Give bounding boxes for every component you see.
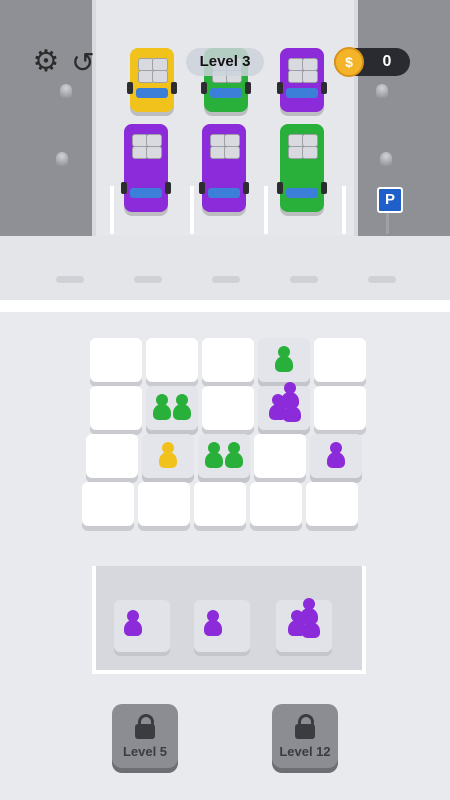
purple-person	[302, 612, 320, 638]
wheel	[127, 82, 133, 94]
seat-icon	[302, 70, 318, 83]
green-person	[225, 442, 243, 468]
wheel	[321, 182, 327, 194]
lock-icon	[295, 714, 315, 740]
grid-tile	[90, 338, 142, 382]
road	[0, 236, 450, 300]
locked-slot-button[interactable]: Level 5	[112, 704, 178, 768]
grid-tile	[202, 386, 254, 430]
green-person	[173, 394, 191, 420]
grid-tile	[194, 482, 246, 526]
grid-tile	[314, 338, 366, 382]
road-dash	[290, 276, 318, 283]
coin-icon: $	[334, 47, 364, 77]
road-dash	[134, 276, 162, 283]
road-dash	[56, 276, 84, 283]
grid-tile	[314, 386, 366, 430]
seat-icon	[152, 70, 168, 83]
wheel	[171, 82, 177, 94]
road-dash	[368, 276, 396, 283]
grid-tile	[90, 386, 142, 430]
green-car[interactable]	[277, 124, 327, 212]
purple-person	[204, 610, 222, 636]
grid-tile	[306, 482, 358, 526]
grid-tile	[138, 482, 190, 526]
car-window	[130, 188, 162, 198]
parking-line	[264, 186, 268, 234]
parking-sign-icon: P	[377, 187, 403, 213]
car-window	[210, 88, 242, 98]
cone-icon	[60, 84, 72, 98]
parking-line	[190, 186, 194, 234]
coin-count: 0	[382, 53, 392, 70]
wheel	[199, 182, 205, 194]
car-window	[286, 188, 318, 198]
cone-icon	[56, 152, 68, 166]
seat-icon	[302, 146, 318, 159]
cone-icon	[380, 152, 392, 166]
seat-icon	[146, 146, 162, 159]
grid-tile	[254, 434, 306, 478]
undo-icon[interactable]: ↺	[68, 48, 98, 78]
grid-tile	[86, 434, 138, 478]
green-person	[205, 442, 223, 468]
lot-left-sidewalk	[0, 0, 92, 236]
locked-slot-button[interactable]: Level 12	[272, 704, 338, 768]
cone-icon	[376, 84, 388, 98]
locked-slot-label: Level 12	[279, 744, 331, 759]
purple-person	[124, 610, 142, 636]
wheel	[201, 82, 207, 94]
green-person	[153, 394, 171, 420]
lot-right-sidewalk	[358, 0, 450, 236]
lock-icon	[135, 714, 155, 740]
wheel	[165, 182, 171, 194]
car-window	[136, 88, 168, 98]
wheel	[321, 82, 327, 94]
green-person	[275, 346, 293, 372]
purple-person	[327, 442, 345, 468]
yellow-car[interactable]	[127, 48, 177, 112]
parking-line	[342, 186, 346, 234]
grid-tile	[146, 338, 198, 382]
queue-slot	[194, 600, 250, 652]
parking-line	[110, 186, 114, 234]
wheel	[277, 82, 283, 94]
road-dash	[212, 276, 240, 283]
grid-tile	[82, 482, 134, 526]
wheel	[245, 82, 251, 94]
level-indicator: Level 3	[186, 48, 264, 76]
purple-car[interactable]	[121, 124, 171, 212]
car-window	[208, 188, 240, 198]
grid-tile	[250, 482, 302, 526]
wheel	[243, 182, 249, 194]
wheel	[277, 182, 283, 194]
grid-tile	[202, 338, 254, 382]
purple-car[interactable]	[277, 48, 327, 112]
gear-icon[interactable]: ⚙	[30, 46, 62, 78]
locked-slot-label: Level 5	[122, 744, 168, 759]
queue-slot	[114, 600, 170, 652]
yellow-person	[159, 442, 177, 468]
purple-person	[283, 396, 301, 422]
purple-car[interactable]	[199, 124, 249, 212]
seat-icon	[224, 146, 240, 159]
curb	[0, 300, 450, 312]
car-window	[286, 88, 318, 98]
wheel	[121, 182, 127, 194]
